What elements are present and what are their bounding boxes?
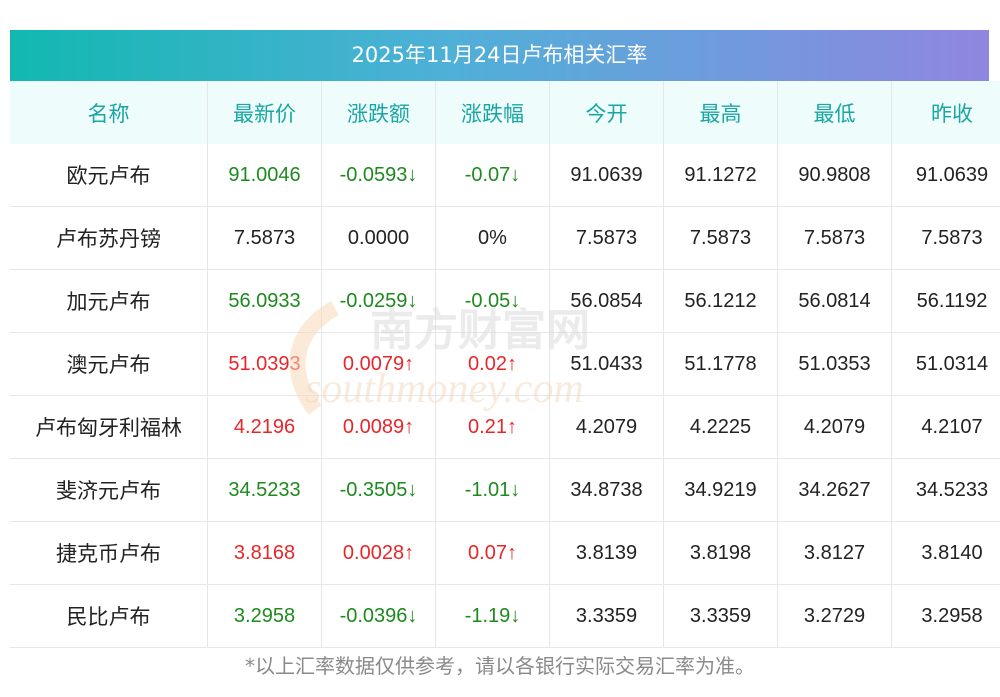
cell-pct: 0.21↑ — [435, 395, 550, 459]
cell-open: 3.3359 — [549, 584, 664, 648]
cell-latest: 51.0393 — [207, 332, 322, 396]
cell-prev: 7.5873 — [891, 206, 1000, 270]
cell-prev: 3.2958 — [891, 584, 1000, 648]
col-header-prev: 昨收 — [891, 81, 1000, 144]
cell-change: 0.0089↑ — [321, 395, 436, 459]
cell-open: 34.8738 — [549, 458, 664, 522]
cell-change: 0.0079↑ — [321, 332, 436, 396]
table-body: 欧元卢布 91.0046 -0.0593↓ -0.07↓ 91.0639 91.… — [10, 144, 1000, 648]
col-header-high: 最高 — [663, 81, 778, 144]
cell-change: -0.0396↓ — [321, 584, 436, 648]
cell-low: 90.9808 — [777, 144, 892, 207]
cell-high: 34.9219 — [663, 458, 778, 522]
cell-low: 34.2627 — [777, 458, 892, 522]
cell-latest: 4.2196 — [207, 395, 322, 459]
table-title: 2025年11月24日卢布相关汇率 — [10, 30, 989, 81]
cell-pct: 0.02↑ — [435, 332, 550, 396]
cell-change: -0.0259↓ — [321, 269, 436, 333]
cell-change: 0.0028↑ — [321, 521, 436, 585]
cell-high: 7.5873 — [663, 206, 778, 270]
cell-low: 4.2079 — [777, 395, 892, 459]
cell-high: 51.1778 — [663, 332, 778, 396]
table-row: 加元卢布 56.0933 -0.0259↓ -0.05↓ 56.0854 56.… — [10, 269, 1000, 333]
cell-high: 3.3359 — [663, 584, 778, 648]
cell-prev: 51.0314 — [891, 332, 1000, 396]
col-header-change: 涨跌额 — [321, 81, 436, 144]
cell-open: 3.8139 — [549, 521, 664, 585]
col-header-low: 最低 — [777, 81, 892, 144]
header-row: 名称 最新价 涨跌额 涨跌幅 今开 最高 最低 昨收 — [10, 81, 1000, 144]
cell-latest: 56.0933 — [207, 269, 322, 333]
cell-open: 51.0433 — [549, 332, 664, 396]
cell-name: 欧元卢布 — [10, 144, 208, 207]
cell-name: 卢布苏丹镑 — [10, 206, 208, 270]
cell-change: -0.3505↓ — [321, 458, 436, 522]
cell-low: 56.0814 — [777, 269, 892, 333]
cell-pct: -0.07↓ — [435, 144, 550, 207]
col-header-open: 今开 — [549, 81, 664, 144]
cell-name: 卢布匈牙利福林 — [10, 395, 208, 459]
cell-open: 4.2079 — [549, 395, 664, 459]
cell-name: 捷克币卢布 — [10, 521, 208, 585]
cell-latest: 3.2958 — [207, 584, 322, 648]
cell-pct: -1.01↓ — [435, 458, 550, 522]
rate-table-container: 2025年11月24日卢布相关汇率 名称 最新价 涨跌额 涨跌幅 今开 最高 最… — [10, 30, 1000, 648]
table-row: 澳元卢布 51.0393 0.0079↑ 0.02↑ 51.0433 51.17… — [10, 332, 1000, 396]
col-header-name: 名称 — [10, 81, 208, 144]
cell-name: 斐济元卢布 — [10, 458, 208, 522]
cell-high: 56.1212 — [663, 269, 778, 333]
cell-change: -0.0593↓ — [321, 144, 436, 207]
cell-high: 4.2225 — [663, 395, 778, 459]
table-row: 欧元卢布 91.0046 -0.0593↓ -0.07↓ 91.0639 91.… — [10, 144, 1000, 207]
cell-open: 91.0639 — [549, 144, 664, 207]
cell-latest: 3.8168 — [207, 521, 322, 585]
cell-prev: 34.5233 — [891, 458, 1000, 522]
cell-prev: 56.1192 — [891, 269, 1000, 333]
table-row: 卢布匈牙利福林 4.2196 0.0089↑ 0.21↑ 4.2079 4.22… — [10, 395, 1000, 459]
cell-prev: 91.0639 — [891, 144, 1000, 207]
table-row: 捷克币卢布 3.8168 0.0028↑ 0.07↑ 3.8139 3.8198… — [10, 521, 1000, 585]
cell-pct: -0.05↓ — [435, 269, 550, 333]
table-row: 卢布苏丹镑 7.5873 0.0000 0% 7.5873 7.5873 7.5… — [10, 206, 1000, 270]
cell-open: 7.5873 — [549, 206, 664, 270]
table-row: 民比卢布 3.2958 -0.0396↓ -1.19↓ 3.3359 3.335… — [10, 584, 1000, 648]
cell-change: 0.0000 — [321, 206, 436, 270]
table-row: 斐济元卢布 34.5233 -0.3505↓ -1.01↓ 34.8738 34… — [10, 458, 1000, 522]
cell-latest: 7.5873 — [207, 206, 322, 270]
cell-low: 7.5873 — [777, 206, 892, 270]
cell-name: 澳元卢布 — [10, 332, 208, 396]
cell-pct: 0% — [435, 206, 550, 270]
cell-low: 3.2729 — [777, 584, 892, 648]
cell-open: 56.0854 — [549, 269, 664, 333]
disclaimer-footer: *以上汇率数据仅供参考，请以各银行实际交易汇率为准。 — [245, 654, 755, 678]
col-header-latest: 最新价 — [207, 81, 322, 144]
cell-name: 民比卢布 — [10, 584, 208, 648]
cell-prev: 4.2107 — [891, 395, 1000, 459]
cell-pct: -1.19↓ — [435, 584, 550, 648]
cell-pct: 0.07↑ — [435, 521, 550, 585]
cell-high: 3.8198 — [663, 521, 778, 585]
cell-prev: 3.8140 — [891, 521, 1000, 585]
rate-table: 名称 最新价 涨跌额 涨跌幅 今开 最高 最低 昨收 欧元卢布 91.0046 … — [10, 81, 1000, 648]
cell-high: 91.1272 — [663, 144, 778, 207]
cell-latest: 91.0046 — [207, 144, 322, 207]
cell-latest: 34.5233 — [207, 458, 322, 522]
cell-name: 加元卢布 — [10, 269, 208, 333]
cell-low: 3.8127 — [777, 521, 892, 585]
col-header-pct: 涨跌幅 — [435, 81, 550, 144]
cell-low: 51.0353 — [777, 332, 892, 396]
